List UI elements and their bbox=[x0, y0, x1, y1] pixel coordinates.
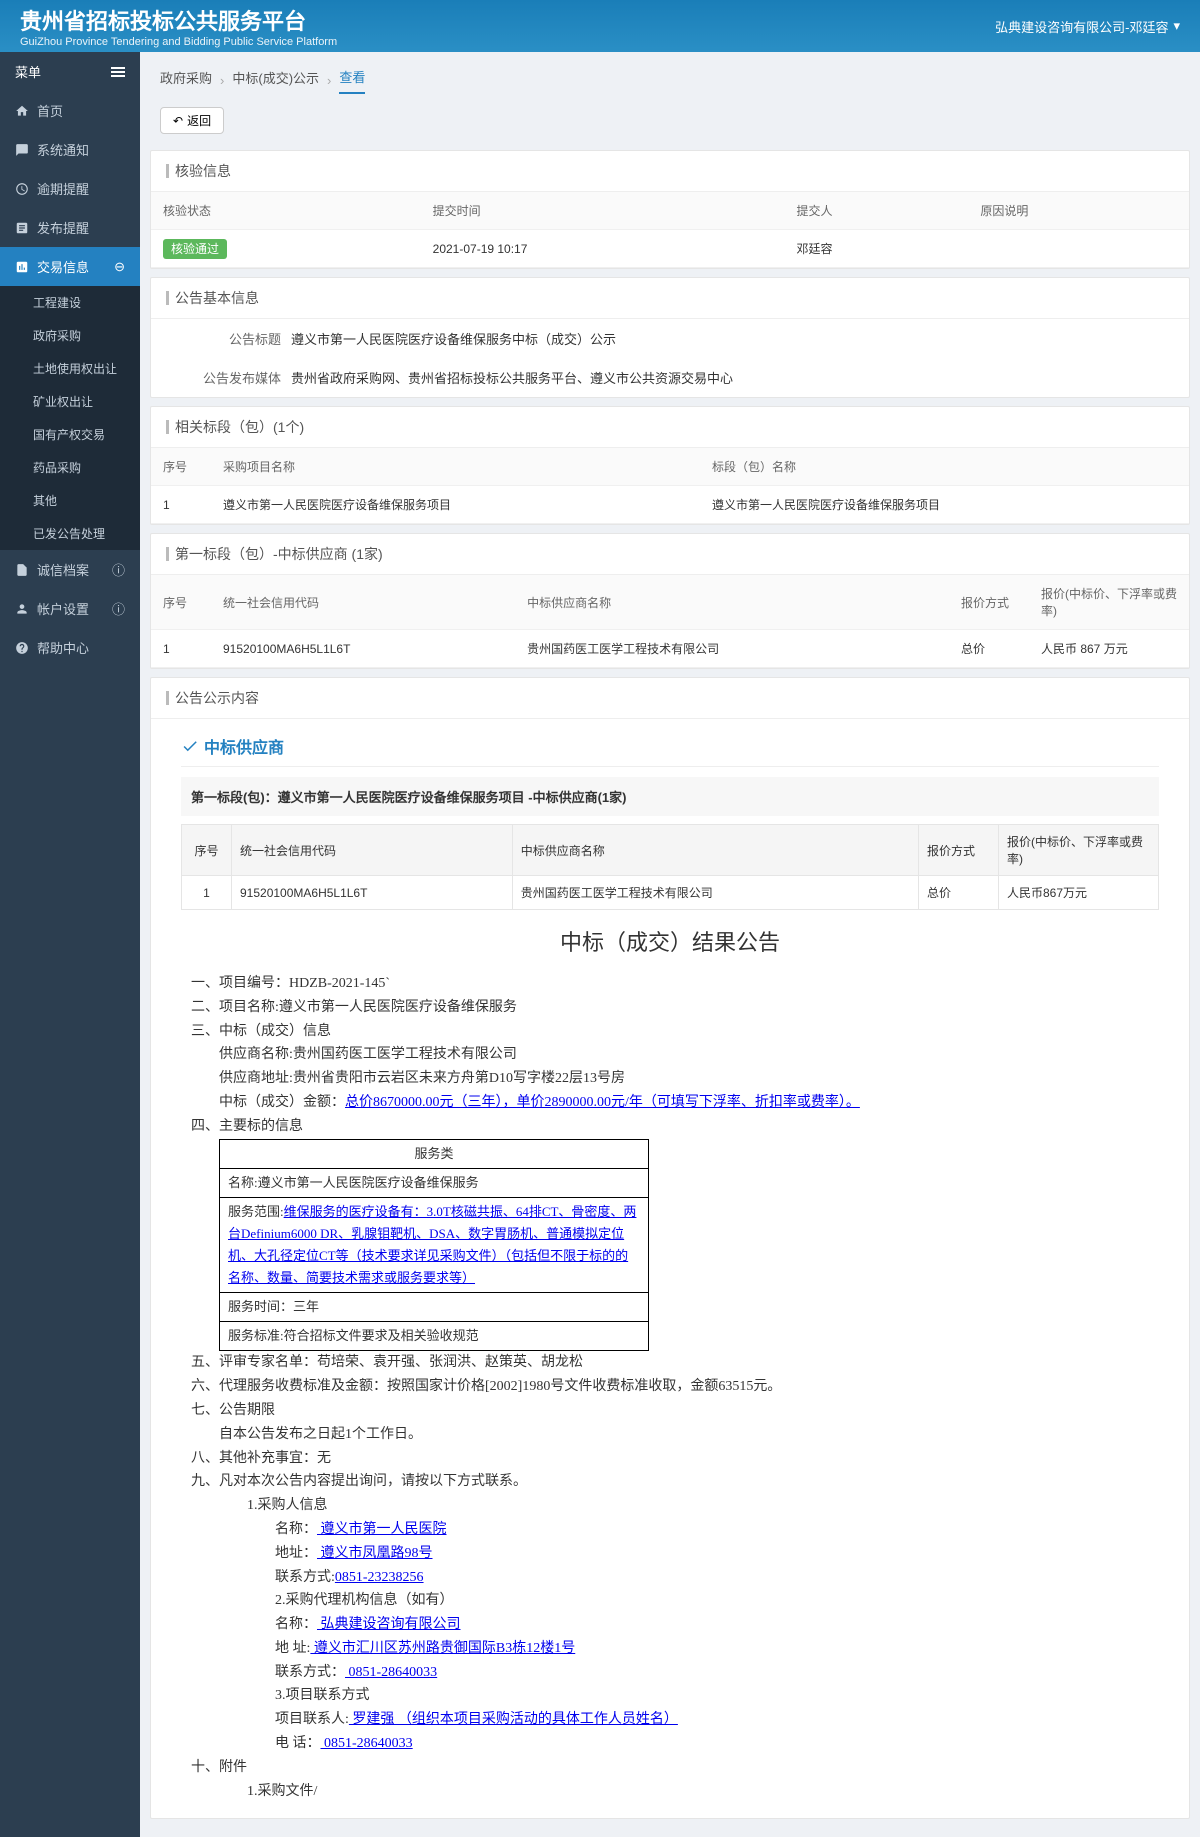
supplier-header: 中标供应商 bbox=[181, 734, 1159, 767]
contact-name-link[interactable]: 罗建强 （组织本项目采购活动的具体工作人员姓名） bbox=[349, 1712, 678, 1727]
sub-item-land[interactable]: 土地使用权出让 bbox=[0, 352, 140, 385]
user-info[interactable]: 弘典建设咨询有限公司-邓廷容 ▾ bbox=[990, 17, 1180, 36]
publish-icon bbox=[15, 221, 29, 235]
section-table: 序号采购项目名称标段（包）名称 1遵义市第一人民医院医疗设备维保服务项目遵义市第… bbox=[151, 448, 1189, 524]
sub-item-construction[interactable]: 工程建设 bbox=[0, 286, 140, 319]
spec-table: 服务类 名称:遵义市第一人民医院医疗设备维保服务 服务范围:维保服务的医疗设备有… bbox=[219, 1139, 649, 1352]
buyer-addr-link[interactable]: 遵义市凤凰路98号 bbox=[317, 1546, 433, 1561]
panel-title: 相关标段（包）(1个) bbox=[151, 407, 1189, 448]
app-title: 贵州省招标投标公共服务平台 bbox=[20, 4, 337, 36]
agent-addr-link[interactable]: 遵义市汇川区苏州路贵御国际B3栋12楼1号 bbox=[310, 1641, 575, 1656]
buyer-name-link[interactable]: 遵义市第一人民医院 bbox=[317, 1522, 447, 1537]
check-table: 核验状态提交时间提交人原因说明 核验通过2021-07-19 10:17邓廷容 bbox=[151, 192, 1189, 268]
notice-title: 中标（成交）结果公告 bbox=[181, 910, 1159, 972]
sidebar-item-help[interactable]: 帮助中心 bbox=[0, 628, 140, 667]
panel-title: 第一标段（包）-中标供应商 (1家) bbox=[151, 534, 1189, 575]
sub-item-property[interactable]: 国有产权交易 bbox=[0, 418, 140, 451]
scope-link[interactable]: 维保服务的医疗设备有：3.0T核磁共振、64排CT、骨密度、两台Definium… bbox=[228, 1204, 636, 1285]
table-row: 191520100MA6H5L1L6T贵州国药医工医学工程技术有限公司总价人民币… bbox=[151, 630, 1189, 668]
chevron-down-icon: ⊖ bbox=[114, 259, 125, 275]
panel-title: 核验信息 bbox=[151, 151, 1189, 192]
home-icon bbox=[15, 104, 29, 118]
panel-check: 核验信息 核验状态提交时间提交人原因说明 核验通过2021-07-19 10:1… bbox=[150, 150, 1190, 269]
panel-supplier: 第一标段（包）-中标供应商 (1家) 序号统一社会信用代码中标供应商名称报价方式… bbox=[150, 533, 1190, 669]
info-row: 公告标题遵义市第一人民医院医疗设备维保服务中标（成交）公示 bbox=[151, 319, 1189, 358]
app-header: 贵州省招标投标公共服务平台 GuiZhou Province Tendering… bbox=[0, 0, 1200, 52]
help-icon bbox=[15, 641, 29, 655]
sub-item-mining[interactable]: 矿业权出让 bbox=[0, 385, 140, 418]
sidebar-item-credit[interactable]: 诚信档案ⓘ bbox=[0, 550, 140, 589]
table-row: 191520100MA6H5L1L6T贵州国药医工医学工程技术有限公司总价人民币… bbox=[182, 876, 1159, 910]
sub-item-drug[interactable]: 药品采购 bbox=[0, 451, 140, 484]
menu-label: 菜单 bbox=[15, 62, 41, 81]
breadcrumb-item[interactable]: 政府采购 bbox=[160, 68, 212, 93]
sub-item-gov[interactable]: 政府采购 bbox=[0, 319, 140, 352]
notice-body: 一、项目编号：HDZB-2021-145` 二、项目名称:遵义市第一人民医院医疗… bbox=[181, 972, 1159, 1803]
sidebar-item-account[interactable]: 帐户设置ⓘ bbox=[0, 589, 140, 628]
status-badge: 核验通过 bbox=[163, 239, 227, 259]
info-row: 公告发布媒体贵州省政府采购网、贵州省招标投标公共服务平台、遵义市公共资源交易中心 bbox=[151, 358, 1189, 397]
back-button[interactable]: ↶返回 bbox=[160, 107, 224, 134]
credit-icon bbox=[15, 563, 29, 577]
info-dot-icon: ⓘ bbox=[112, 560, 125, 579]
sidebar-item-overdue[interactable]: 逾期提醒 bbox=[0, 169, 140, 208]
breadcrumb: 政府采购 › 中标(成交)公示 › 查看 bbox=[150, 62, 1190, 99]
table-row: 核验通过2021-07-19 10:17邓廷容 bbox=[151, 230, 1189, 268]
breadcrumb-item[interactable]: 中标(成交)公示 bbox=[232, 68, 319, 93]
agent-tel-link[interactable]: 0851-28640033 bbox=[345, 1665, 437, 1680]
table-row: 1遵义市第一人民医院医疗设备维保服务项目遵义市第一人民医院医疗设备维保服务项目 bbox=[151, 486, 1189, 524]
buyer-tel-link[interactable]: 0851-23238256 bbox=[335, 1570, 424, 1585]
contact-tel-link[interactable]: 0851-28640033 bbox=[321, 1736, 413, 1751]
supplier-subtitle: 第一标段(包)：遵义市第一人民医院医疗设备维保服务项目 -中标供应商(1家) bbox=[181, 777, 1159, 816]
main-content: 政府采购 › 中标(成交)公示 › 查看 ↶返回 核验信息 核验状态提交时间提交… bbox=[140, 52, 1200, 1837]
submenu-trade: 工程建设 政府采购 土地使用权出让 矿业权出让 国有产权交易 药品采购 其他 已… bbox=[0, 286, 140, 550]
panel-basic: 公告基本信息 公告标题遵义市第一人民医院医疗设备维保服务中标（成交）公示 公告发… bbox=[150, 277, 1190, 398]
sub-item-published[interactable]: 已发公告处理 bbox=[0, 517, 140, 550]
trade-icon bbox=[15, 260, 29, 274]
panel-content: 公告公示内容 中标供应商 第一标段(包)：遵义市第一人民医院医疗设备维保服务项目… bbox=[150, 677, 1190, 1819]
sidebar-item-notice[interactable]: 系统通知 bbox=[0, 130, 140, 169]
agent-name-link[interactable]: 弘典建设咨询有限公司 bbox=[317, 1617, 461, 1632]
breadcrumb-item[interactable]: 查看 bbox=[339, 67, 365, 94]
sidebar-item-publish[interactable]: 发布提醒 bbox=[0, 208, 140, 247]
notice-icon bbox=[15, 143, 29, 157]
sidebar: 菜单 首页 系统通知 逾期提醒 发布提醒 交易信息⊖ 工程建设 政府采购 土地使… bbox=[0, 52, 140, 1837]
chevron-down-icon: ▾ bbox=[1173, 18, 1180, 34]
panel-title: 公告基本信息 bbox=[151, 278, 1189, 319]
sidebar-item-trade[interactable]: 交易信息⊖ bbox=[0, 247, 140, 286]
menu-toggle-icon[interactable] bbox=[111, 65, 125, 79]
info-dot-icon: ⓘ bbox=[112, 599, 125, 618]
supplier-table: 序号统一社会信用代码中标供应商名称报价方式报价(中标价、下浮率或费率) 1915… bbox=[151, 575, 1189, 668]
back-icon: ↶ bbox=[173, 114, 183, 128]
sidebar-item-home[interactable]: 首页 bbox=[0, 91, 140, 130]
content-supplier-table: 序号统一社会信用代码中标供应商名称报价方式报价(中标价、下浮率或费率) 1915… bbox=[181, 824, 1159, 910]
sub-item-other[interactable]: 其他 bbox=[0, 484, 140, 517]
app-subtitle: GuiZhou Province Tendering and Bidding P… bbox=[20, 36, 337, 48]
price-link[interactable]: 总价8670000.00元（三年），单价2890000.00元/年（可填写下浮率… bbox=[345, 1095, 860, 1110]
settings-icon bbox=[15, 602, 29, 616]
clock-icon bbox=[15, 182, 29, 196]
panel-title: 公告公示内容 bbox=[151, 678, 1189, 719]
panel-section: 相关标段（包）(1个) 序号采购项目名称标段（包）名称 1遵义市第一人民医院医疗… bbox=[150, 406, 1190, 525]
